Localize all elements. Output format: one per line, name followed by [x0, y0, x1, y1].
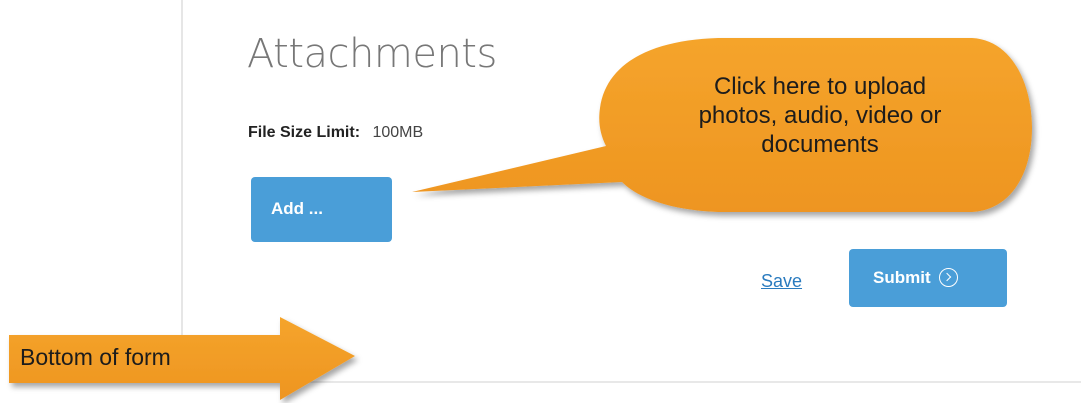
annotation-overlay: [9, 38, 1032, 400]
arrow-label: Bottom of form: [20, 344, 171, 370]
callout-line: documents: [761, 131, 879, 158]
callout-text: Click here to upload photos, audio, vide…: [620, 72, 1020, 159]
callout-line: Click here to upload: [713, 73, 927, 100]
callout-line: photos, audio, video or: [698, 102, 942, 129]
